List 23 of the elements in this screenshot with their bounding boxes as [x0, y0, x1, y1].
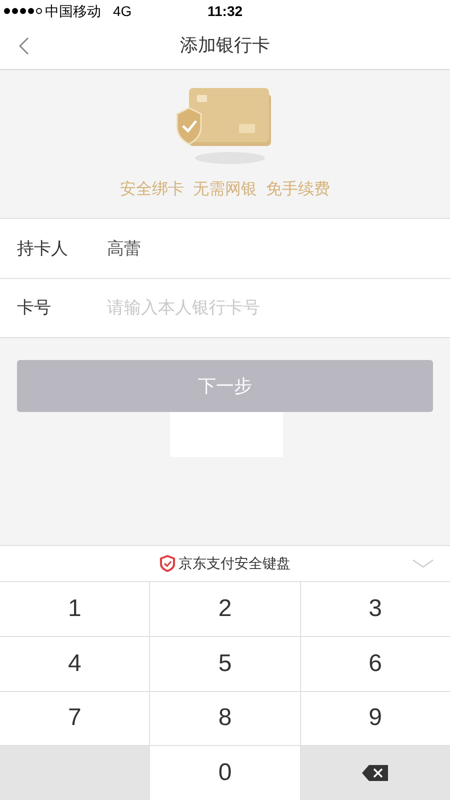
number-key[interactable]: 5 — [150, 636, 300, 690]
shield-check-icon — [160, 555, 174, 572]
carrier-name: 中国移动 — [45, 2, 101, 20]
keyboard-title: 京东支付安全键盘 — [178, 554, 290, 573]
number-key[interactable]: 7 — [0, 692, 150, 746]
input-field[interactable]: 高蕾 — [107, 236, 433, 262]
number-key[interactable]: 3 — [300, 582, 450, 636]
number-key[interactable]: 6 — [300, 636, 450, 690]
delete-key[interactable] — [300, 746, 450, 800]
number-key[interactable]: 2 — [150, 582, 300, 636]
number-key[interactable]: 1 — [0, 582, 150, 636]
field-label: 卡号 — [17, 297, 52, 320]
network-type: 4G — [113, 2, 132, 20]
number-key[interactable]: 8 — [150, 692, 300, 746]
tagline: 安全绑卡 无需网银 免手续费 — [119, 180, 331, 200]
number-key[interactable]: 0 — [150, 746, 300, 800]
number-key[interactable]: 9 — [300, 692, 450, 746]
page-title: 添加银行卡 — [180, 34, 270, 57]
field-label: 持卡人 — [17, 238, 69, 260]
backspace-icon — [361, 764, 390, 782]
number-key[interactable]: 4 — [0, 636, 150, 690]
clock: 11:32 — [207, 2, 243, 20]
signal-icon — [4, 8, 42, 14]
